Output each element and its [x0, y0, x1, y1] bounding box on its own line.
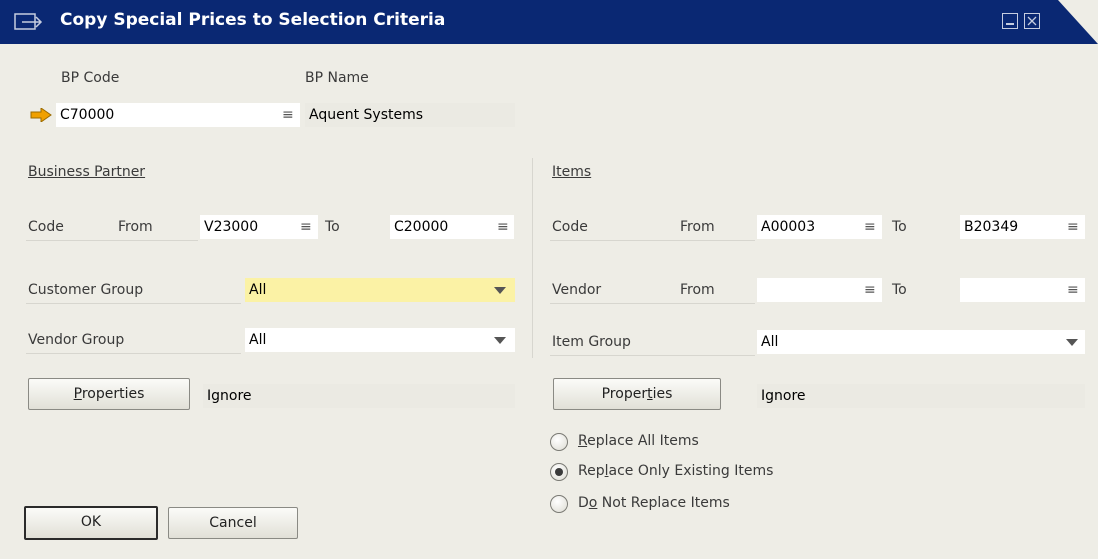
replace-all-radio[interactable] — [550, 433, 568, 451]
item-properties-label-post: ies — [652, 386, 673, 402]
item-code-to-label: To — [892, 219, 907, 235]
bp-properties-value: Ignore — [207, 388, 252, 404]
bp-code-to-choose-icon[interactable]: ≡ — [497, 215, 509, 239]
item-code-to-value: B20349 — [964, 219, 1019, 235]
vendor-group-underline — [26, 353, 241, 354]
do-not-replace-label[interactable]: Do Not Replace Items — [578, 495, 730, 511]
close-button[interactable] — [1024, 13, 1040, 29]
item-code-to-choose-icon[interactable]: ≡ — [1067, 215, 1079, 239]
item-code-from-choose-icon[interactable]: ≡ — [864, 215, 876, 239]
bp-code-from-label: From — [118, 219, 153, 235]
vendor-to-label: To — [892, 282, 907, 298]
vendor-from-choose-icon[interactable]: ≡ — [864, 278, 876, 302]
customer-group-select[interactable]: All — [245, 278, 515, 302]
item-group-value: All — [761, 334, 779, 350]
form-icon — [14, 13, 43, 30]
title-bar[interactable]: Copy Special Prices to Selection Criteri… — [0, 0, 1098, 44]
section-separator — [532, 158, 533, 358]
item-properties-button[interactable]: Properties — [553, 378, 721, 410]
bp-properties-field: Ignore — [203, 384, 515, 408]
item-group-dropdown-icon[interactable] — [1066, 339, 1078, 346]
item-group-select[interactable]: All — [757, 330, 1085, 354]
bp-code-range-label: Code — [28, 219, 64, 235]
vendor-group-label: Vendor Group — [28, 332, 125, 348]
vendor-group-select[interactable]: All — [245, 328, 515, 352]
customer-group-value: All — [249, 282, 267, 298]
business-partner-header: Business Partner — [28, 164, 146, 180]
item-properties-label-pre: Proper — [601, 386, 648, 402]
item-properties-field: Ignore — [757, 384, 1085, 408]
item-properties-value: Ignore — [761, 388, 806, 404]
title-bar-wedge — [1058, 0, 1098, 44]
item-group-label: Item Group — [552, 334, 631, 350]
close-icon — [1027, 16, 1037, 26]
bp-properties-mnemonic: P — [73, 386, 82, 402]
bp-code-field[interactable]: C70000 — [56, 103, 300, 127]
bp-code-label: BP Code — [61, 70, 120, 86]
item-code-underline — [550, 240, 755, 241]
vendor-to-choose-icon[interactable]: ≡ — [1067, 278, 1079, 302]
bp-name-label: BP Name — [305, 70, 369, 86]
orange-right-arrow-icon[interactable] — [30, 108, 52, 122]
replace-existing-label[interactable]: Replace Only Existing Items — [578, 463, 773, 479]
vendor-group-value: All — [249, 332, 267, 348]
bp-code-from-choose-icon[interactable]: ≡ — [300, 215, 312, 239]
item-code-label: Code — [552, 219, 588, 235]
customer-group-underline — [26, 303, 241, 304]
vendor-group-dropdown-icon[interactable] — [494, 337, 506, 344]
cancel-button[interactable]: Cancel — [168, 507, 298, 539]
item-code-from-label: From — [680, 219, 715, 235]
bp-name-field: Aquent Systems — [305, 103, 515, 127]
bp-properties-button[interactable]: Properties — [28, 378, 190, 410]
customer-group-dropdown-icon[interactable] — [494, 287, 506, 294]
ok-button[interactable]: OK — [24, 506, 158, 540]
items-header: Items — [552, 164, 592, 180]
vendor-label: Vendor — [552, 282, 602, 298]
bp-code-underline — [26, 240, 198, 241]
customer-group-label: Customer Group — [28, 282, 144, 298]
bp-code-to-value: C20000 — [394, 219, 449, 235]
vendor-underline — [550, 303, 755, 304]
do-not-replace-radio[interactable] — [550, 495, 568, 513]
bp-code-from-value: V23000 — [204, 219, 259, 235]
item-group-underline — [550, 355, 755, 356]
bp-name-value: Aquent Systems — [309, 107, 424, 123]
item-code-from-value: A00003 — [761, 219, 816, 235]
bp-code-choose-icon[interactable]: ≡ — [282, 103, 294, 127]
replace-all-label[interactable]: Replace All Items — [578, 433, 699, 449]
dialog-window: Copy Special Prices to Selection Criteri… — [0, 0, 1098, 559]
window-title: Copy Special Prices to Selection Criteri… — [60, 10, 446, 30]
vendor-from-label: From — [680, 282, 715, 298]
bp-code-to-field[interactable]: C20000 — [390, 215, 514, 239]
bp-properties-label: roperties — [81, 386, 145, 402]
radio-selected-dot — [555, 468, 563, 476]
minimize-button[interactable] — [1002, 13, 1018, 29]
replace-existing-radio[interactable] — [550, 463, 568, 481]
bp-code-to-label: To — [325, 219, 340, 235]
bp-code-value: C70000 — [60, 107, 115, 123]
minimize-icon — [1006, 23, 1014, 25]
